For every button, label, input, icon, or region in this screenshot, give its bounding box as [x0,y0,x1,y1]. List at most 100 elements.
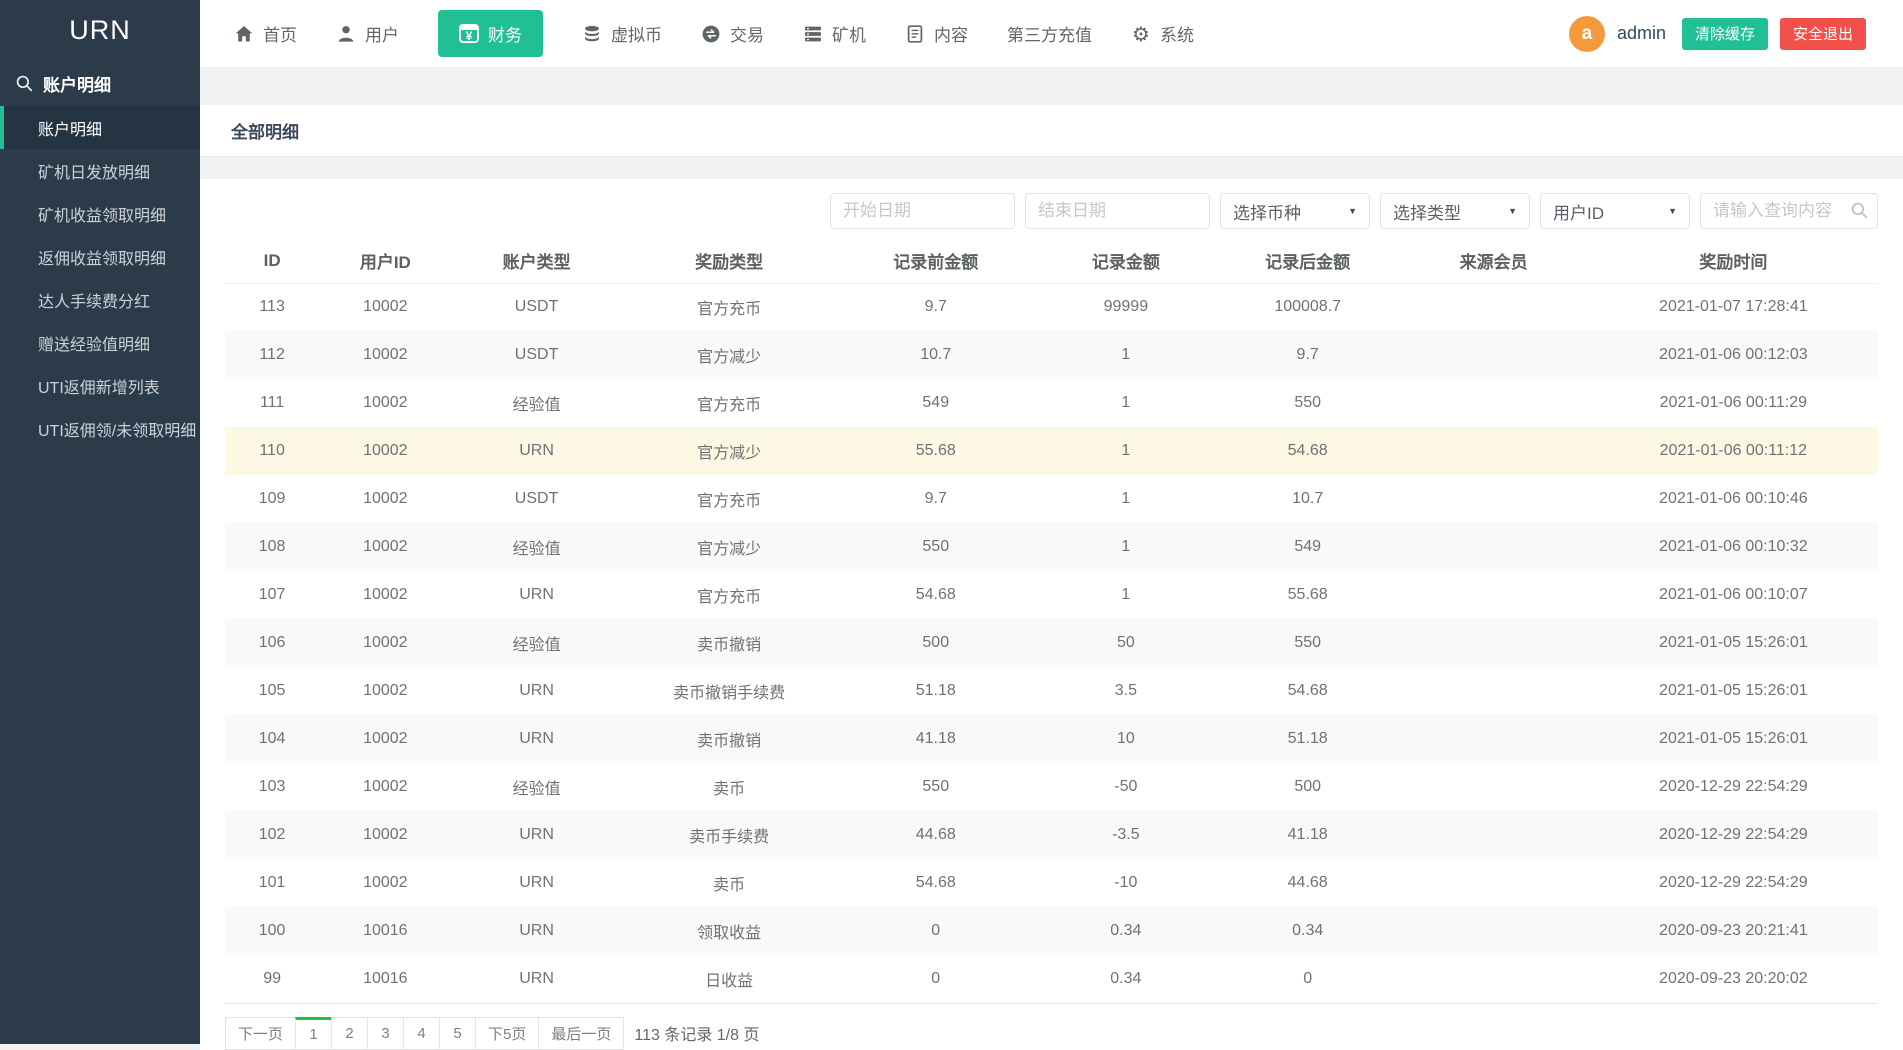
table-row[interactable]: 99 10016 URN 日收益 0 0.34 0 2020-09-23 20:20:02 [225,955,1878,1003]
table-row[interactable]: 101 10002 URN 卖币 54.68 -10 44.68 2020-12-29 22:… [225,859,1878,907]
table-row[interactable]: 106 10002 经验值 卖币撤销 500 50 550 2021-01-05 15:26:… [225,619,1878,667]
sidebar-item[interactable]: 赠送经验值明细 [0,321,200,364]
nav-item[interactable]: ¥ 财务 [438,10,543,57]
table-cell: 2020-12-29 22:54:29 [1659,874,1808,891]
nav-item-label: 内容 [934,26,968,45]
pagination-item[interactable]: 下5页 [475,1016,540,1050]
sidebar-item[interactable]: 账户明细 [0,106,200,149]
pagination-item[interactable]: 1 [295,1016,333,1050]
sidebar-item[interactable]: 达人手续费分红 [0,278,200,321]
table-row[interactable]: 104 10002 URN 卖币撤销 41.18 10 51.18 2021-01-05 15… [225,715,1878,763]
sidebar-item[interactable]: UTI返佣新增列表 [0,364,200,407]
sidebar-section-label: 账户明细 [43,75,111,95]
table-cell: 2021-01-06 00:10:46 [1659,490,1808,507]
pagination-item[interactable]: 5 [439,1016,477,1050]
table-cell: 10016 [363,969,408,987]
nav-item[interactable]: 用户 [336,21,399,46]
nav-item-label: 首页 [263,26,297,45]
start-date-input[interactable] [830,193,1015,229]
table-cell: 10002 [319,427,452,475]
tab-all-details[interactable]: 全部明细 [231,118,299,143]
table-cell: URN [519,586,554,603]
nav-item[interactable]: 交易 [701,21,764,46]
pagination-item[interactable]: 3 [367,1016,405,1050]
table-cell: 106 [225,619,320,667]
table-cell: 100 [225,907,320,955]
table-cell: 0.34 [1034,907,1217,955]
type-select[interactable]: 选择类型 ▼ [1380,193,1530,229]
end-date-input[interactable] [1025,193,1210,229]
table-cell: 54.68 [1216,427,1399,475]
sidebar-item[interactable]: 矿机收益领取明细 [0,192,200,235]
table-cell: 2021-01-05 15:26:01 [1588,619,1878,667]
table-cell: -10 [1114,874,1138,891]
nav-item-label: 交易 [730,26,764,45]
table-cell: 2020-09-23 20:21:41 [1588,907,1878,955]
coin-select[interactable]: 选择币种 ▼ [1220,193,1370,229]
table-cell: 9.7 [1216,331,1399,379]
table-cell [1398,427,1589,475]
nav-item[interactable]: 虚拟币 [582,21,662,46]
table-cell: 10002 [363,394,408,411]
sidebar-item-label: 赠送经验值明细 [38,336,151,354]
table-row[interactable]: 103 10002 经验值 卖币 550 -50 500 2020-12-29 22:54:2… [225,763,1878,811]
table-cell: URN [519,874,554,891]
pagination-item[interactable]: 下一页 [225,1016,297,1050]
avatar[interactable]: a [1568,15,1605,52]
pagination-item[interactable]: 4 [403,1016,441,1050]
table-cell: 51.18 [915,682,956,699]
sidebar-item-label: UTI返佣新增列表 [38,379,160,397]
table-row[interactable]: 112 10002 USDT 官方减少 10.7 1 9.7 2021-01-06 00:12… [225,331,1878,379]
nav-item[interactable]: ⚙ 系统 [1131,21,1194,46]
table-row[interactable]: 108 10002 经验值 官方减少 550 1 549 2021-01-06 00:10:3… [225,523,1878,571]
search-icon[interactable] [1850,201,1869,225]
table-cell: 经验值 [512,781,561,798]
pagination-boxes: 下一页 1 2 3 4 5 下5页 最后一页 [225,1016,625,1050]
table-row[interactable]: 102 10002 URN 卖币手续费 44.68 -3.5 41.18 2020-12-29… [225,811,1878,859]
pagination-item[interactable]: 2 [331,1016,369,1050]
table-cell: 105 [258,682,286,699]
sidebar-item-label: 矿机日发放明细 [38,164,151,182]
sidebar-item[interactable]: 矿机日发放明细 [0,149,200,192]
table-cell: USDT [451,331,622,379]
sidebar-item[interactable]: UTI返佣领/未领取明细 [0,407,200,450]
table-row[interactable]: 109 10002 USDT 官方充币 9.7 1 10.7 2021-01-06 00:10… [225,475,1878,523]
admin-username[interactable]: admin [1617,23,1666,44]
table-cell: 550 [922,778,950,795]
table-cell: 10 [1034,715,1217,763]
table-cell: 日收益 [705,972,754,990]
table-cell: 1 [1034,331,1217,379]
nav-item[interactable]: 第三方充值 [1007,21,1092,46]
table-cell: 108 [225,523,320,571]
table-cell: 104 [225,715,320,763]
table-cell: URN [519,682,554,699]
table-row[interactable]: 113 10002 USDT 官方充币 9.7 99999 100008.7 2021-01-… [225,283,1878,331]
table-cell: 1 [1034,427,1217,475]
table-row[interactable]: 110 10002 URN 官方减少 55.68 1 54.68 2021-01-06 00:… [225,427,1878,475]
userid-select[interactable]: 用户ID ▼ [1540,193,1690,229]
chevron-down-icon: ▼ [1668,206,1677,216]
table-row[interactable]: 105 10002 URN 卖币撤销手续费 51.18 3.5 54.68 2021-01-0… [225,667,1878,715]
table-cell: URN [451,715,622,763]
nav-item[interactable]: 内容 [905,21,968,46]
nav-item-label: 系统 [1160,26,1194,45]
table-cell: 112 [225,331,320,379]
logout-button[interactable]: 安全退出 [1779,17,1866,50]
table-row[interactable]: 107 10002 URN 官方充币 54.68 1 55.68 2021-01-06 00:… [225,571,1878,619]
nav-item[interactable]: 矿机 [803,21,866,46]
sidebar-item[interactable]: 返佣收益领取明细 [0,235,200,278]
nav-item-label: 矿机 [832,26,866,45]
sidebar-section-header: 账户明细 [0,60,200,106]
table-cell: 0.34 [1216,907,1399,955]
table-cell: 550 [1216,619,1399,667]
nav-item[interactable]: 首页 [234,21,297,46]
pagination-item[interactable]: 最后一页 [538,1016,625,1050]
table-row[interactable]: 111 10002 经验值 官方充币 549 1 550 2021-01-06 00:11:2… [225,379,1878,427]
table-row[interactable]: 100 10016 URN 领取收益 0 0.34 0.34 2020-09-23 20:21… [225,907,1878,955]
clear-cache-button[interactable]: 清除缓存 [1681,17,1768,50]
table-cell: 官方充币 [697,589,762,606]
pagination-summary: 113 条记录 1/8 页 [634,1027,760,1044]
table-cell: 55.68 [1287,586,1328,603]
table-cell: 卖币撤销 [621,619,837,667]
table-cell [1398,907,1589,955]
